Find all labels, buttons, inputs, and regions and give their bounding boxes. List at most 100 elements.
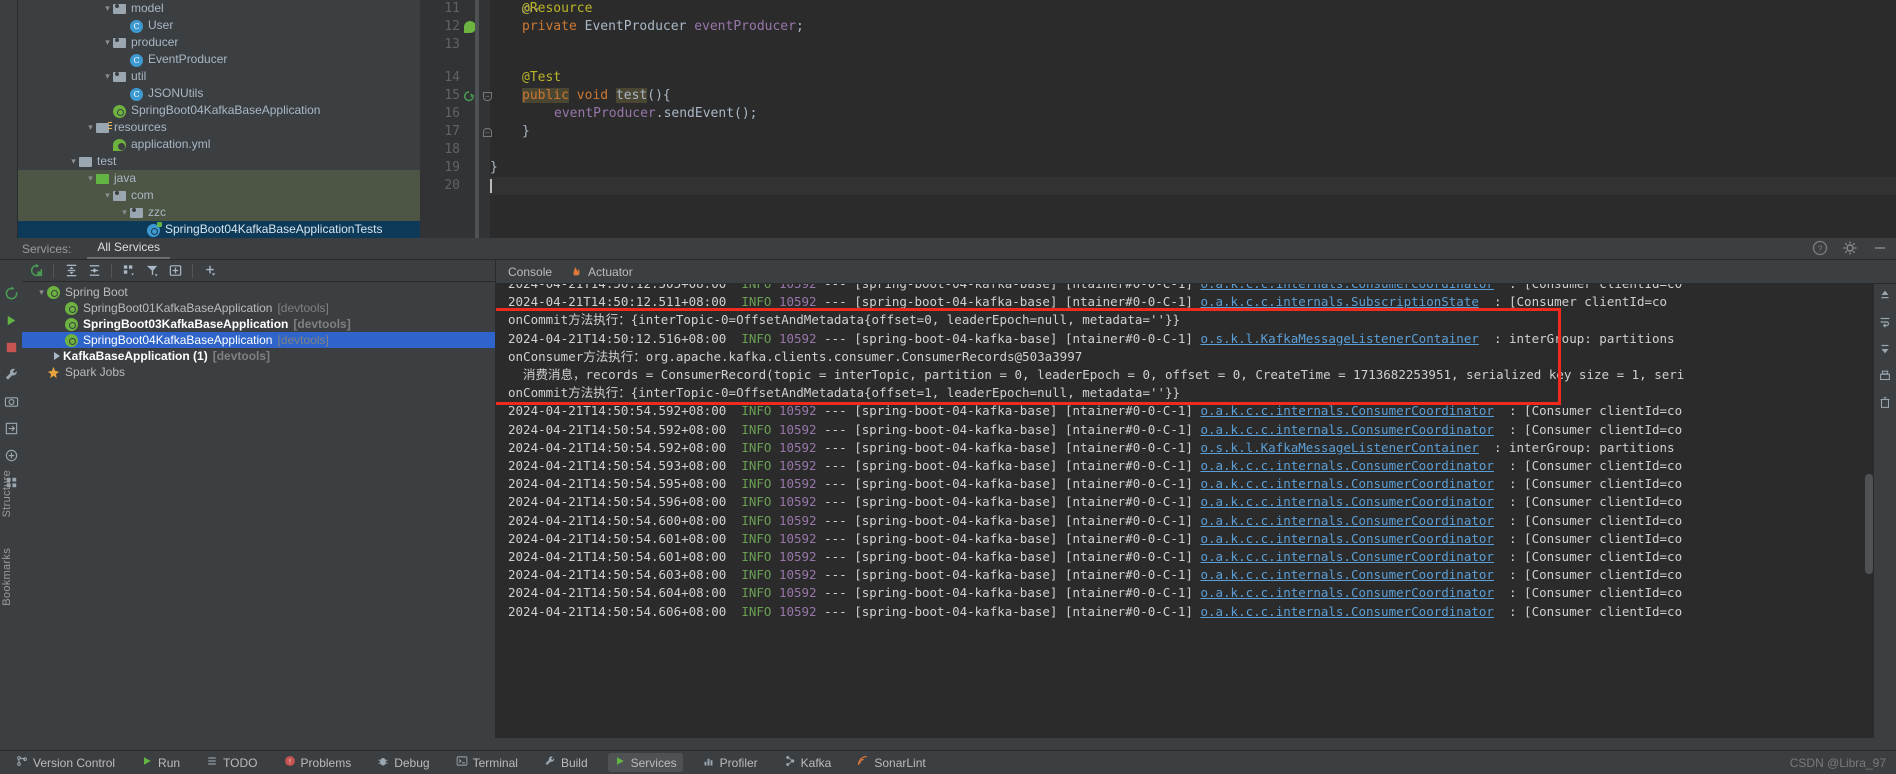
editor-code-area[interactable]: @Resource private EventProducer eventProd… [490, 0, 1896, 195]
status-bar-item-profiler[interactable]: Profiler [697, 753, 764, 772]
filter-icon[interactable] [142, 262, 162, 280]
chevron-down-icon[interactable]: ▾ [85, 119, 96, 136]
console-tab-actuator[interactable]: Actuator [570, 264, 633, 280]
chevron-down-icon[interactable]: ▾ [85, 170, 96, 187]
console-output[interactable]: 2024-04-21T14:50:12.505+08:00 INFO 10592… [496, 284, 1896, 738]
chevron-down-icon[interactable]: ▾ [102, 34, 113, 51]
camera-icon[interactable] [4, 394, 19, 409]
settings-gear-icon[interactable] [1842, 240, 1858, 256]
console-tab-bar[interactable]: Console Actuator [496, 260, 1896, 284]
status-bar-item-terminal[interactable]: Terminal [450, 753, 524, 772]
log-class-link[interactable]: o.a.k.c.c.internals.SubscriptionState [1200, 294, 1478, 309]
console-scrollbar-thumb[interactable] [1865, 474, 1873, 574]
rerun-icon[interactable] [4, 286, 19, 301]
services-tab-all-services[interactable]: All Services [87, 238, 171, 259]
log-class-link[interactable]: o.a.k.c.c.internals.ConsumerCoordinator [1200, 549, 1494, 564]
soft-wrap-icon[interactable] [1878, 315, 1892, 332]
settings-wrench-icon[interactable] [4, 367, 19, 382]
chevron-down-icon[interactable]: ▾ [68, 153, 79, 170]
project-tree-row[interactable]: ▾ test [18, 153, 420, 170]
log-class-link[interactable]: o.a.k.c.c.internals.ConsumerCoordinator [1200, 585, 1494, 600]
chevron-down-icon[interactable]: ▾ [36, 284, 47, 300]
project-tree-row[interactable]: ▾ com [18, 187, 420, 204]
console-tab-console[interactable]: Console [508, 265, 552, 279]
project-tree-row[interactable]: C EventProducer [18, 51, 420, 68]
log-class-link[interactable]: o.a.k.c.c.internals.ConsumerCoordinator [1200, 531, 1494, 546]
log-class-link[interactable]: o.a.k.c.c.internals.ConsumerCoordinator [1200, 403, 1494, 418]
debug-rerun-icon[interactable] [4, 313, 19, 328]
services-tool-window[interactable]: Services: All Services ? ▾ Spring Boot S… [0, 238, 1896, 738]
project-tree-row[interactable]: SpringBoot04KafkaBaseApplication [18, 102, 420, 119]
clear-all-icon[interactable] [1878, 396, 1892, 413]
status-bar-item-version-control[interactable]: Version Control [10, 753, 121, 772]
project-tree-row[interactable]: ▾ java [18, 170, 420, 187]
run-triangle-icon[interactable] [54, 352, 60, 360]
log-class-link[interactable]: o.a.k.c.c.internals.ConsumerCoordinator [1200, 494, 1494, 509]
code-line[interactable] [490, 177, 1896, 195]
status-bar[interactable]: Version Control Run TODO ! Problems Debug Term… [0, 750, 1896, 774]
project-tree-row[interactable]: ▾ util [18, 68, 420, 85]
editor-gutter[interactable]: 11 12 13 14 15−16 17−18 19 20 [420, 0, 492, 238]
log-class-link[interactable]: o.a.k.c.c.internals.ConsumerCoordinator [1200, 458, 1494, 473]
chevron-down-icon[interactable]: ▾ [102, 0, 113, 17]
chevron-down-icon[interactable]: ▾ [102, 68, 113, 85]
log-class-link[interactable]: o.a.k.c.c.internals.ConsumerCoordinator [1200, 567, 1494, 582]
print-icon[interactable] [1878, 369, 1892, 386]
code-line[interactable]: private EventProducer eventProducer; [490, 18, 1896, 36]
code-line[interactable]: public void test(){ [490, 87, 1896, 105]
status-bar-item-problems[interactable]: ! Problems [278, 753, 358, 772]
code-line[interactable] [490, 141, 1896, 159]
services-tree-row[interactable]: SpringBoot01KafkaBaseApplication [devtool… [22, 300, 495, 316]
rerun-icon[interactable] [26, 262, 46, 280]
services-tree-row[interactable]: Spark Jobs [22, 364, 495, 380]
expand-all-icon[interactable] [61, 262, 81, 280]
status-bar-item-debug[interactable]: Debug [371, 753, 435, 772]
code-line[interactable]: eventProducer.sendEvent(); [490, 105, 1896, 123]
status-bar-item-run[interactable]: Run [135, 753, 186, 772]
project-tree-row[interactable]: ▾ resources [18, 119, 420, 136]
code-line[interactable]: } [490, 123, 1896, 141]
chevron-down-icon[interactable]: ▾ [119, 204, 130, 221]
status-bar-item-todo[interactable]: TODO [200, 753, 263, 772]
services-tree-row[interactable]: SpringBoot03KafkaBaseApplication [devtool… [22, 316, 495, 332]
log-class-link[interactable]: o.s.k.l.KafkaMessageListenerContainer [1200, 331, 1478, 346]
collapse-all-icon[interactable] [84, 262, 104, 280]
status-bar-item-build[interactable]: Build [538, 753, 594, 772]
chevron-down-icon[interactable]: ▾ [102, 187, 113, 204]
project-tree-row[interactable]: ▾ zzc [18, 204, 420, 221]
code-line[interactable]: @Test [490, 69, 1896, 87]
project-tree-row[interactable]: ▾ model [18, 0, 420, 17]
log-class-link[interactable]: o.a.k.c.c.internals.ConsumerCoordinator [1200, 422, 1494, 437]
status-bar-item-sonarlint[interactable]: SonarLint [851, 753, 931, 772]
structure-toolwindow-label[interactable]: Structure [1, 470, 13, 517]
attach-icon[interactable] [4, 448, 19, 463]
code-editor[interactable]: 11 12 13 14 15−16 17−18 19 20 @Resource private … [420, 0, 1896, 238]
help-icon[interactable]: ? [1812, 240, 1828, 256]
project-tree-row[interactable]: C JSONUtils [18, 85, 420, 102]
code-line[interactable]: } [490, 159, 1896, 177]
stop-icon[interactable] [4, 340, 19, 355]
scroll-to-top-icon[interactable] [1878, 288, 1892, 305]
group-by-icon[interactable] [119, 262, 139, 280]
status-bar-item-kafka[interactable]: Kafka [778, 753, 838, 772]
bookmarks-toolwindow-label[interactable]: Bookmarks [1, 548, 13, 606]
run-test-gutter-icon[interactable] [462, 90, 476, 106]
log-class-link[interactable]: o.a.k.c.c.internals.ConsumerCoordinator [1200, 604, 1494, 619]
services-toolbar[interactable] [22, 260, 495, 282]
console-right-rail[interactable] [1874, 284, 1896, 738]
log-class-link[interactable]: o.a.k.c.c.internals.ConsumerCoordinator [1200, 476, 1494, 491]
show-frame-icon[interactable] [165, 262, 185, 280]
services-tree[interactable]: ▾ Spring Boot SpringBoot01KafkaBaseApplica… [22, 282, 495, 738]
project-tree-row[interactable]: application.yml [18, 136, 420, 153]
project-tool-window[interactable]: ▾ model C User ▾ producer C EventProducer ▾ util C… [18, 0, 420, 238]
log-class-link[interactable]: o.a.k.c.c.internals.ConsumerCoordinator [1200, 284, 1494, 291]
services-tree-row[interactable]: KafkaBaseApplication (1) [devtools] [22, 348, 495, 364]
project-tree-row[interactable]: C User [18, 17, 420, 34]
project-tree-row[interactable]: SpringBoot04KafkaBaseApplicationTests [18, 221, 420, 238]
export-icon[interactable] [4, 421, 19, 436]
log-class-link[interactable]: o.s.k.l.KafkaMessageListenerContainer [1200, 440, 1478, 455]
status-bar-item-services[interactable]: Services [607, 753, 683, 772]
scroll-to-end-icon[interactable] [1878, 342, 1892, 359]
code-line[interactable] [490, 36, 1896, 54]
minimize-icon[interactable] [1872, 240, 1888, 256]
